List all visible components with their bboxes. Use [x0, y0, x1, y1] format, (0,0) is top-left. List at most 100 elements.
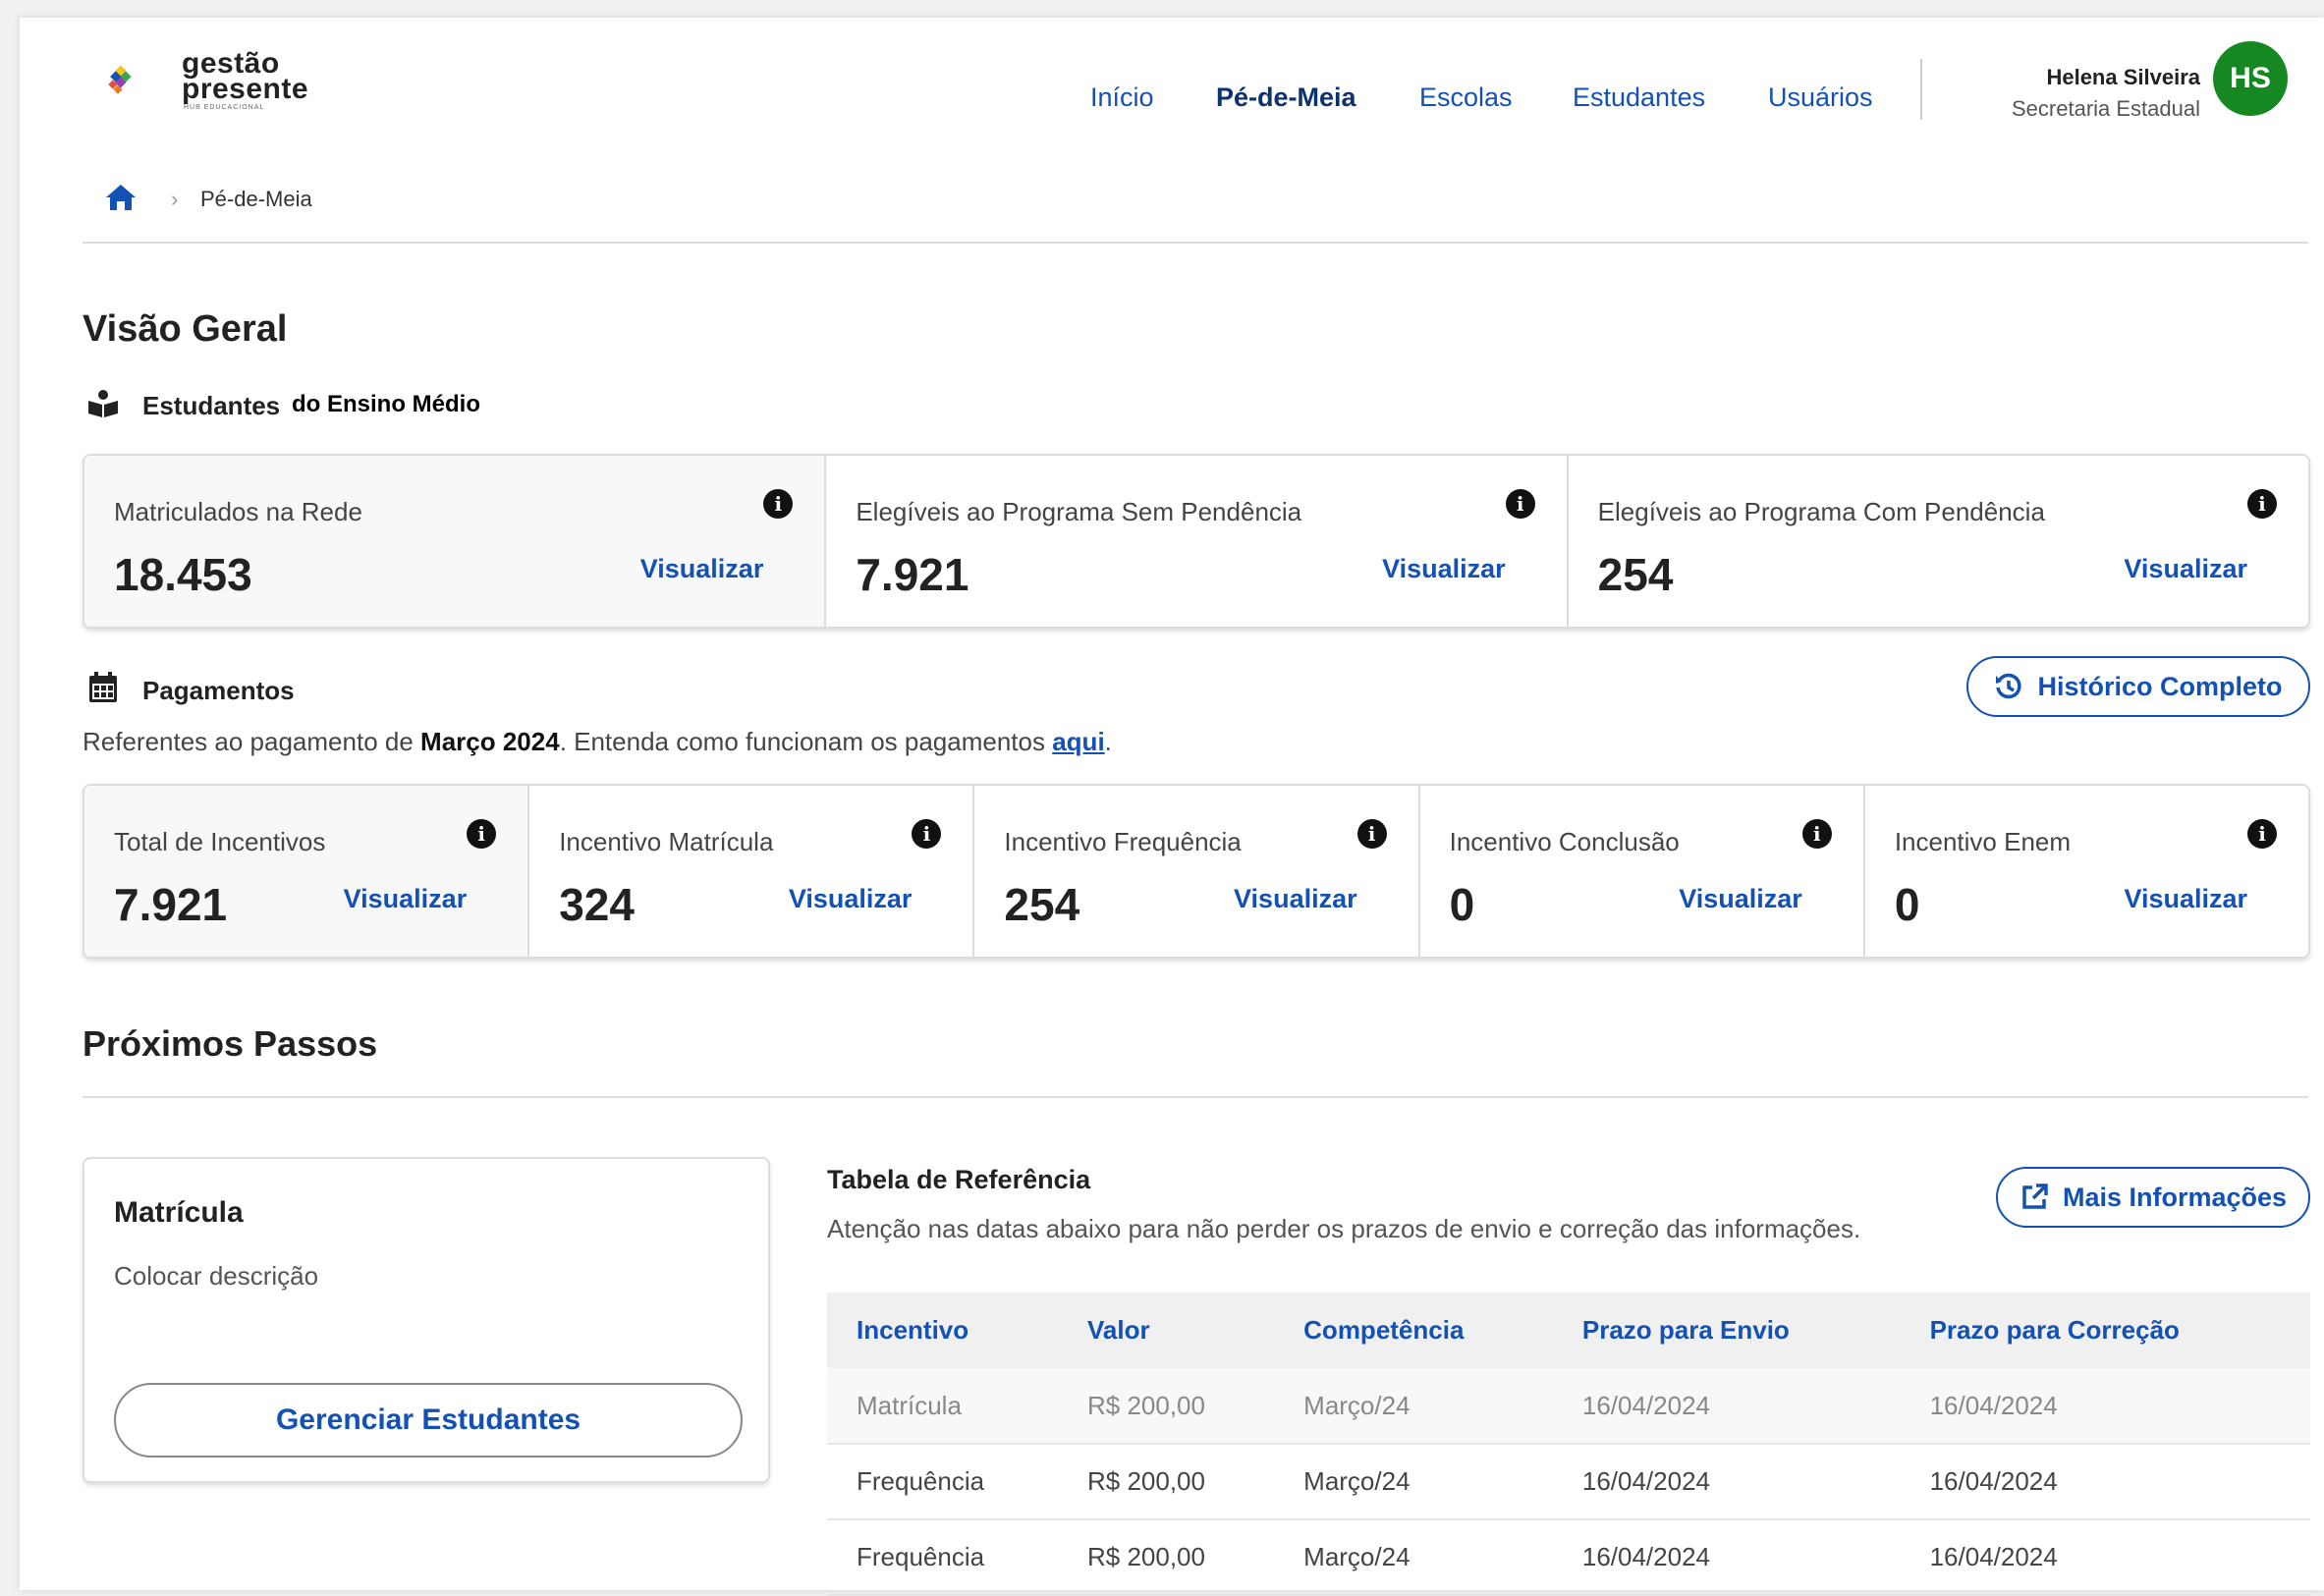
next-steps-title: Próximos Passos — [83, 1023, 378, 1064]
card-incentivo-enem: Incentivo Enem i 0 Visualizar — [1865, 786, 2308, 957]
card-label: Elegíveis ao Programa Com Pendência — [1597, 497, 2045, 526]
nav-pe-de-meia[interactable]: Pé-de-Meia — [1216, 83, 1356, 113]
card-value: 254 — [1004, 879, 1080, 930]
visualizar-link[interactable]: Visualizar — [789, 884, 913, 914]
gerenciar-estudantes-button[interactable]: Gerenciar Estudantes — [114, 1383, 743, 1458]
nav-usuarios[interactable]: Usuários — [1768, 83, 1873, 113]
column-header: Valor — [1057, 1293, 1275, 1368]
aqui-link[interactable]: aqui — [1052, 727, 1104, 756]
info-icon[interactable]: i — [2246, 489, 2277, 519]
card-value: 254 — [1597, 549, 1674, 600]
card-label: Incentivo Matrícula — [559, 827, 774, 856]
nav-inicio[interactable]: Início — [1090, 83, 1154, 113]
table-cell: Frequência — [827, 1519, 1058, 1596]
info-icon[interactable]: i — [467, 819, 497, 849]
info-icon[interactable]: i — [1801, 819, 1832, 849]
logo-line2: presente — [182, 73, 309, 105]
table-cell: 16/04/2024 — [1900, 1368, 2310, 1445]
nav-escolas[interactable]: Escolas — [1419, 83, 1513, 113]
column-header: Incentivo — [827, 1293, 1058, 1368]
visualizar-link[interactable]: Visualizar — [1679, 884, 1802, 914]
visualizar-link[interactable]: Visualizar — [2124, 884, 2247, 914]
info-icon[interactable]: i — [912, 819, 942, 849]
table-cell: Matrícula — [827, 1368, 1058, 1445]
historico-completo-button[interactable]: Histórico Completo — [1966, 656, 2310, 717]
nav-estudantes[interactable]: Estudantes — [1573, 83, 1705, 113]
table-cell: R$ 200,00 — [1057, 1368, 1275, 1445]
desc-text: . — [1104, 727, 1112, 756]
table-header-row: Incentivo Valor Competência Prazo para E… — [827, 1293, 2310, 1368]
calendar-icon — [89, 672, 117, 702]
table-row: Frequência R$ 200,00 Março/24 16/04/2024… — [827, 1444, 2310, 1520]
card-label: Incentivo Conclusão — [1449, 827, 1680, 856]
avatar[interactable]: HS — [2213, 41, 2288, 116]
card-value: 0 — [1894, 879, 1920, 930]
history-icon — [1996, 673, 2022, 699]
card-com-pendencia: Elegíveis ao Programa Com Pendência i 25… — [1569, 456, 2308, 627]
table-title: Tabela de Referência — [827, 1165, 1091, 1194]
students-section-title: Estudantes — [142, 391, 281, 420]
card-value: 7.921 — [114, 879, 228, 930]
mais-informacoes-label: Mais Informações — [2062, 1182, 2288, 1212]
visualizar-link[interactable]: Visualizar — [344, 884, 468, 914]
visualizar-link[interactable]: Visualizar — [1234, 884, 1357, 914]
external-link-icon — [2022, 1183, 2048, 1209]
chevron-right-icon: › — [171, 187, 179, 211]
reference-table: Incentivo Valor Competência Prazo para E… — [827, 1293, 2310, 1596]
info-icon[interactable]: i — [763, 489, 794, 519]
logo-icon[interactable] — [106, 43, 185, 122]
breadcrumb-current: Pé-de-Meia — [200, 187, 312, 211]
table-cell: 16/04/2024 — [1900, 1519, 2310, 1596]
visualizar-link[interactable]: Visualizar — [2124, 554, 2247, 584]
home-icon[interactable] — [104, 183, 138, 212]
desc-text: Referentes ao pagamento de — [83, 727, 421, 756]
card-label: Elegíveis ao Programa Sem Pendência — [856, 497, 1302, 526]
desc-text: . Entenda como funcionam os pagamentos — [559, 727, 1053, 756]
info-icon[interactable]: i — [2247, 819, 2278, 849]
table-cell: Frequência — [827, 1444, 1058, 1520]
table-row: Matrícula R$ 200,00 Março/24 16/04/2024 … — [827, 1368, 2310, 1445]
historico-completo-label: Histórico Completo — [2037, 671, 2283, 701]
card-value: 7.921 — [856, 549, 969, 600]
divider — [83, 242, 2308, 244]
visualizar-link[interactable]: Visualizar — [1382, 554, 1506, 584]
payments-section-title: Pagamentos — [142, 676, 295, 705]
matricula-card-desc: Colocar descrição — [114, 1261, 319, 1291]
column-header: Prazo para Envio — [1552, 1293, 1901, 1368]
payment-cards: Total de Incentivos i 7.921 Visualizar I… — [83, 784, 2310, 959]
card-total-incentivos: Total de Incentivos i 7.921 Visualizar — [84, 786, 530, 957]
card-label: Total de Incentivos — [114, 827, 326, 856]
table-cell: 16/04/2024 — [1552, 1368, 1901, 1445]
table-cell: 16/04/2024 — [1552, 1519, 1901, 1596]
visualizar-link[interactable]: Visualizar — [640, 554, 764, 584]
logo-subtitle: HUB EDUCACIONAL — [184, 104, 265, 111]
column-header: Competência — [1274, 1293, 1553, 1368]
page-title: Visão Geral — [83, 308, 288, 350]
table-cell: 16/04/2024 — [1900, 1444, 2310, 1520]
divider — [83, 1096, 2308, 1098]
matricula-card-title: Matrícula — [114, 1196, 244, 1229]
column-header: Prazo para Correção — [1900, 1293, 2310, 1368]
card-label: Matriculados na Rede — [114, 497, 362, 526]
table-cell: Março/24 — [1274, 1368, 1553, 1445]
user-name: Helena Silveira — [2046, 65, 2200, 89]
mais-informacoes-button[interactable]: Mais Informações — [1996, 1167, 2310, 1228]
card-matriculados: Matriculados na Rede i 18.453 Visualizar — [84, 456, 827, 627]
table-cell: Março/24 — [1274, 1444, 1553, 1520]
logo-wordmark[interactable]: gestão presente — [182, 49, 309, 105]
user-role: Secretaria Estadual — [2012, 96, 2200, 121]
book-reader-icon — [88, 390, 118, 417]
card-value: 18.453 — [114, 549, 252, 600]
info-icon[interactable]: i — [1356, 819, 1387, 849]
payments-description: Referentes ao pagamento de Março 2024. E… — [83, 727, 1112, 757]
card-incentivo-frequencia: Incentivo Frequência i 254 Visualizar — [974, 786, 1420, 957]
table-cell: 16/04/2024 — [1552, 1444, 1901, 1520]
table-row: Frequência R$ 200,00 Março/24 16/04/2024… — [827, 1519, 2310, 1596]
page: gestão presente HUB EDUCACIONAL Início P… — [20, 18, 2324, 1596]
table-cell: Março/24 — [1274, 1519, 1553, 1596]
students-section-extra: do Ensino Médio — [292, 391, 480, 417]
card-label: Incentivo Frequência — [1004, 827, 1242, 856]
card-sem-pendencia: Elegíveis ao Programa Sem Pendência i 7.… — [826, 456, 1569, 627]
info-icon[interactable]: i — [1505, 489, 1535, 519]
card-value: 324 — [559, 879, 635, 930]
